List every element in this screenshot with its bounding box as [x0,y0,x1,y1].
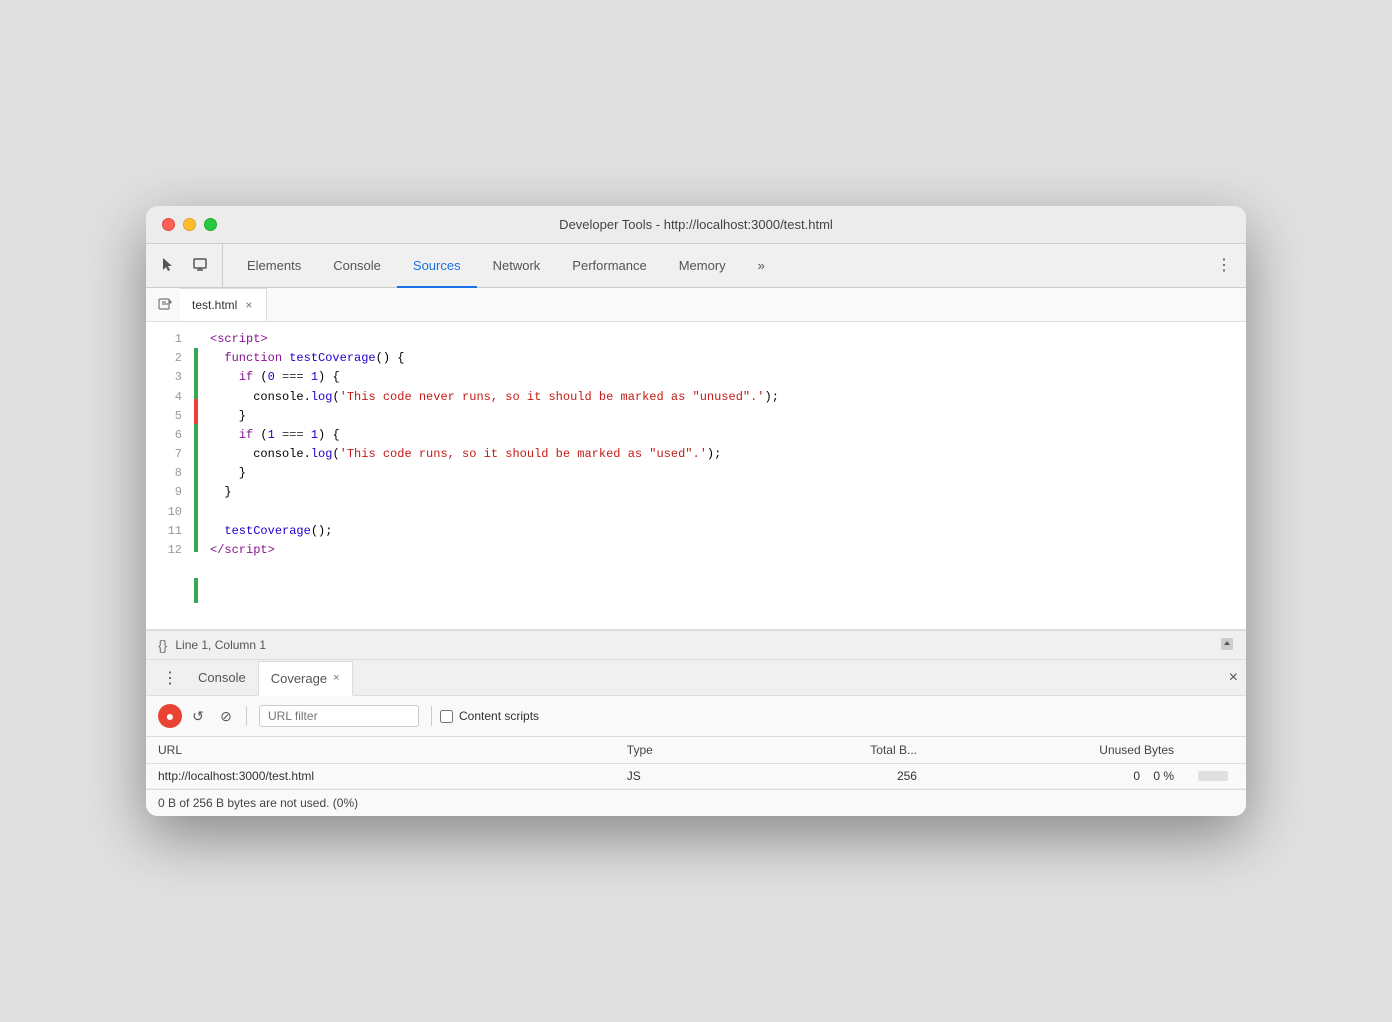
editor-area: 123456789101112 <script> function testCo… [146,322,1246,630]
cell-unused: 0 0 % [929,764,1186,789]
file-tree-icon[interactable] [150,288,180,321]
pretty-print-icon[interactable]: {} [158,637,167,653]
bottom-tab-coverage[interactable]: Coverage × [258,661,353,696]
maximize-button[interactable] [204,218,217,231]
close-button[interactable] [162,218,175,231]
tab-performance[interactable]: Performance [556,245,662,288]
col-type[interactable]: Type [615,737,745,764]
separator2 [431,706,432,726]
bottom-panel: ⋮ Console Coverage × × ● ↺ ⊘ Content scr… [146,660,1246,816]
tab-more[interactable]: » [742,245,781,288]
devtools-window: Developer Tools - http://localhost:3000/… [146,206,1246,816]
coverage-table: URL Type Total B... Unused Bytes http://… [146,737,1246,789]
table-row[interactable]: http://localhost:3000/test.html JS 256 0… [146,764,1246,789]
line-numbers: 123456789101112 [146,322,194,629]
coverage-footer: 0 B of 256 B bytes are not used. (0%) [146,789,1246,816]
table-header-row: URL Type Total B... Unused Bytes [146,737,1246,764]
cell-total: 256 [745,764,929,789]
cell-type: JS [615,764,745,789]
col-unused[interactable]: Unused Bytes [929,737,1186,764]
more-options-icon[interactable]: ⋮ [1210,251,1238,279]
col-bar [1186,737,1246,764]
tab-console[interactable]: Console [317,245,397,288]
bottom-more-icon[interactable]: ⋮ [154,664,186,692]
coverage-table-body: http://localhost:3000/test.html JS 256 0… [146,764,1246,789]
minimize-button[interactable] [183,218,196,231]
scroll-to-top-icon[interactable] [1220,637,1234,654]
tab-sources[interactable]: Sources [397,245,477,288]
bottom-panel-close-icon[interactable]: × [1229,669,1238,687]
tab-elements[interactable]: Elements [231,245,317,288]
main-tabs: Elements Console Sources Network Perform… [231,244,781,287]
url-filter-input[interactable] [259,705,419,727]
coverage-toolbar: ● ↺ ⊘ Content scripts [146,696,1246,737]
toolbar-icons [154,244,223,287]
window-title: Developer Tools - http://localhost:3000/… [559,217,833,232]
content-scripts-label: Content scripts [440,709,539,723]
code-content[interactable]: <script> function testCoverage() { if (0… [198,322,1246,629]
cursor-position: Line 1, Column 1 [175,638,266,652]
file-tab-close-icon[interactable]: × [243,296,254,314]
inspect-icon[interactable] [186,251,214,279]
clear-button[interactable]: ⊘ [214,704,238,728]
title-bar: Developer Tools - http://localhost:3000/… [146,206,1246,244]
record-button[interactable]: ● [158,704,182,728]
main-toolbar: Elements Console Sources Network Perform… [146,244,1246,288]
toolbar-more: ⋮ [1210,244,1238,287]
file-tab-name: test.html [192,298,237,312]
status-bar: {} Line 1, Column 1 [146,630,1246,660]
reload-button[interactable]: ↺ [186,704,210,728]
url-filter [259,705,419,727]
bottom-tabs-bar: ⋮ Console Coverage × × [146,660,1246,696]
traffic-lights [162,218,217,231]
cell-url: http://localhost:3000/test.html [146,764,615,789]
cell-bar [1186,764,1246,789]
col-url[interactable]: URL [146,737,615,764]
cursor-icon[interactable] [154,251,182,279]
tab-network[interactable]: Network [477,245,557,288]
bottom-tab-close-icon[interactable]: × [333,672,339,684]
separator [246,706,247,726]
file-tabs-bar: test.html × [146,288,1246,322]
tab-memory[interactable]: Memory [663,245,742,288]
col-total[interactable]: Total B... [745,737,929,764]
file-tab-testhtml[interactable]: test.html × [180,288,267,321]
content-scripts-checkbox[interactable] [440,710,453,723]
bottom-tab-console[interactable]: Console [186,660,258,695]
